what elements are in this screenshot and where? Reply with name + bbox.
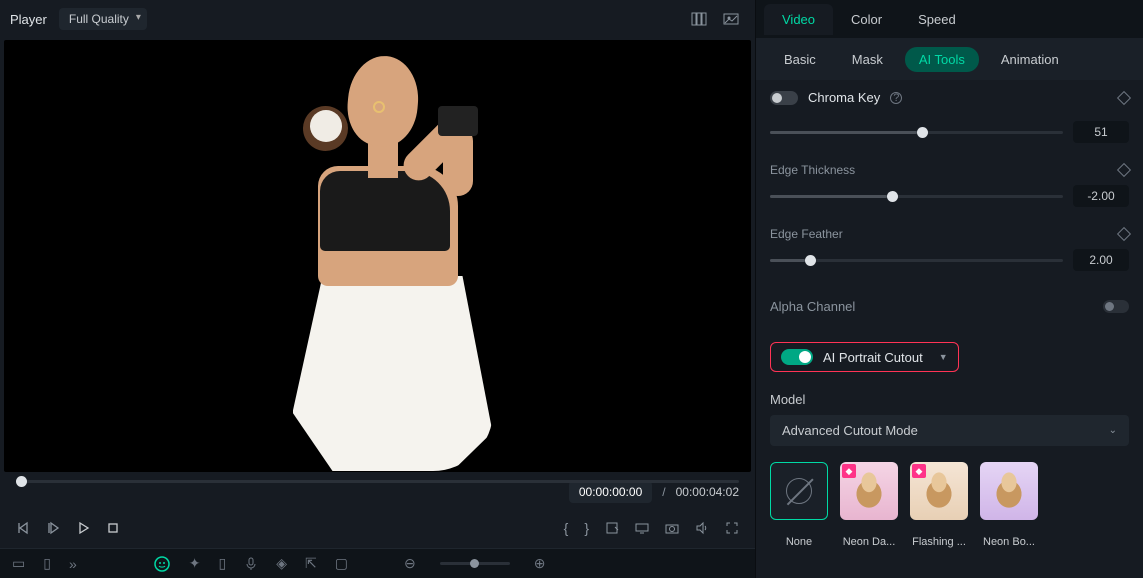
keyframe-icon[interactable] [1117,163,1131,177]
effects-icon[interactable]: ✦ [189,555,201,572]
delete-icon[interactable]: ▢ [335,555,348,572]
preset-neon-border[interactable] [980,462,1038,520]
tab-color[interactable]: Color [833,4,900,35]
camera-icon[interactable] [665,521,679,535]
portrait-cutout-preview [248,46,508,466]
export-icon[interactable]: ⇱ [305,555,317,572]
zoom-out-icon[interactable]: ⊖ [404,555,416,572]
zoom-slider[interactable] [440,562,510,565]
subtab-basic[interactable]: Basic [770,47,830,72]
fullscreen-icon[interactable] [725,521,739,535]
prev-frame-icon[interactable] [16,521,30,535]
tab-video[interactable]: Video [764,4,833,35]
chroma-key-toggle[interactable] [770,91,798,105]
preset-label: Flashing ... [910,536,968,548]
mark-out-icon[interactable]: } [584,520,589,536]
edge-thickness-slider[interactable] [770,195,1063,198]
subtab-mask[interactable]: Mask [838,47,897,72]
ai-portrait-cutout-section: AI Portrait Cutout ▼ [770,342,959,372]
total-time: 00:00:04:02 [676,485,739,499]
video-subtabs: Basic Mask AI Tools Animation [756,38,1143,80]
layers-icon[interactable]: ▯ [43,555,51,572]
volume-icon[interactable] [695,521,709,535]
model-label: Model [770,382,1129,415]
chevron-down-icon[interactable]: ▼ [939,352,948,362]
chevron-down-icon: ⌄ [1109,425,1117,436]
ai-portrait-toggle[interactable] [781,349,813,365]
playback-scrubber[interactable] [16,480,739,483]
preset-label: None [770,536,828,548]
slider-1[interactable] [770,131,1063,134]
alpha-channel-toggle[interactable] [1103,300,1129,313]
info-icon[interactable]: ? [890,92,902,104]
edge-feather-value[interactable]: 2.00 [1073,249,1129,271]
stop-icon[interactable] [106,521,120,535]
compare-icon[interactable] [691,11,707,27]
preset-none[interactable] [770,462,828,520]
preset-neon-dance[interactable]: ◆ [840,462,898,520]
play-icon[interactable] [76,521,90,535]
tab-speed[interactable]: Speed [900,4,974,35]
current-time[interactable]: 00:00:00:00 [569,481,652,503]
more-icon[interactable]: » [69,556,77,572]
preset-label: Neon Bo... [980,536,1038,548]
ai-portrait-label: AI Portrait Cutout [823,350,923,365]
model-selected-value: Advanced Cutout Mode [782,423,918,438]
subtab-ai-tools[interactable]: AI Tools [905,47,979,72]
slider-1-value[interactable]: 51 [1073,121,1129,143]
edge-feather-slider[interactable] [770,259,1063,262]
video-preview[interactable] [4,40,751,472]
chroma-key-label: Chroma Key [808,90,880,105]
snapshot-icon[interactable] [723,11,739,27]
subtab-animation[interactable]: Animation [987,47,1073,72]
edge-thickness-value[interactable]: -2.00 [1073,185,1129,207]
time-separator: / [662,485,665,499]
clip-icon[interactable]: ▯ [218,555,226,572]
zoom-in-icon[interactable]: ⊕ [534,555,546,572]
timeline-icon[interactable]: ▭ [12,555,25,572]
premium-badge-icon: ◆ [912,464,926,478]
inspector-tabs: Video Color Speed [756,0,1143,38]
marker-icon[interactable]: ◈ [276,555,287,572]
preset-label: Neon Da... [840,536,898,548]
keyframe-icon[interactable] [1117,227,1131,241]
display-icon[interactable] [635,521,649,535]
ai-assistant-icon[interactable] [153,555,171,573]
edge-thickness-label: Edge Thickness [770,163,855,177]
edge-feather-label: Edge Feather [770,227,843,241]
player-label: Player [10,12,47,27]
mark-in-icon[interactable]: { [564,520,569,536]
crop-icon[interactable] [605,521,619,535]
mic-icon[interactable] [244,557,258,571]
step-back-icon[interactable] [46,521,60,535]
preset-flashing[interactable]: ◆ [910,462,968,520]
model-select[interactable]: Advanced Cutout Mode ⌄ [770,415,1129,446]
premium-badge-icon: ◆ [842,464,856,478]
alpha-channel-label: Alpha Channel [770,299,855,314]
quality-select[interactable]: Full Quality [59,8,147,30]
keyframe-icon[interactable] [1117,90,1131,104]
